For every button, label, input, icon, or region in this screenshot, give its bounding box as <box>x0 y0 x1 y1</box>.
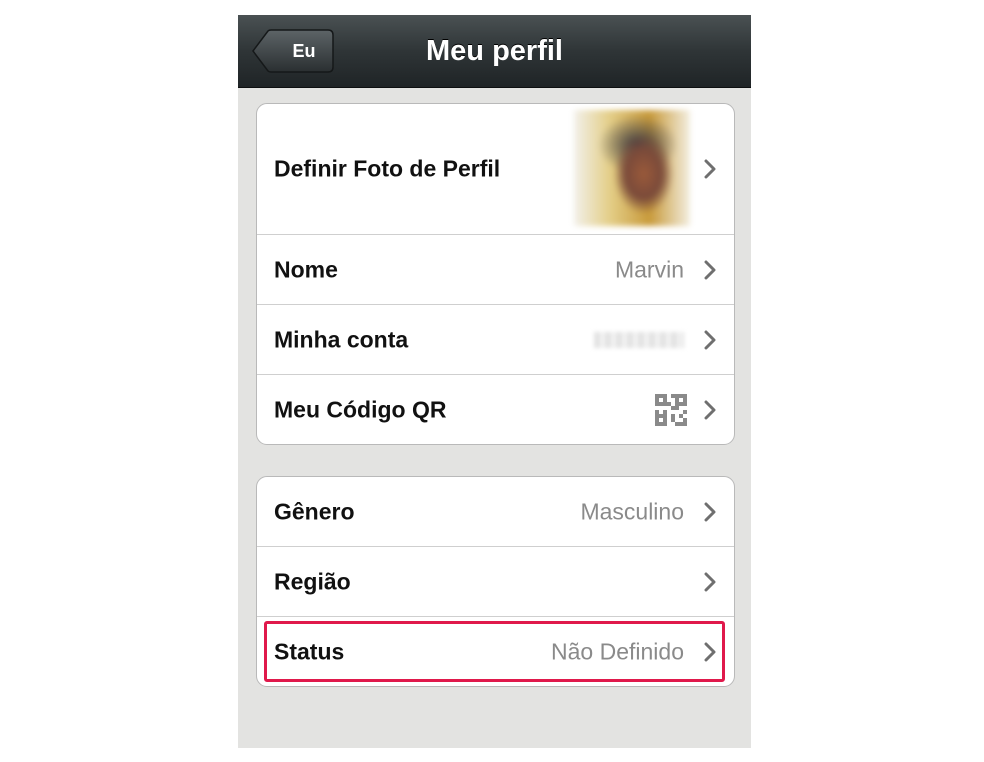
name-label: Nome <box>274 256 338 282</box>
account-row[interactable]: Minha conta <box>257 304 734 374</box>
gender-value: Masculino <box>580 498 684 524</box>
status-row[interactable]: Status Não Definido <box>257 616 734 686</box>
name-value: Marvin <box>614 256 684 282</box>
page-title: Meu perfil <box>426 35 563 67</box>
region-label: Região <box>274 568 351 594</box>
account-label: Minha conta <box>274 326 409 352</box>
chevron-right-icon <box>704 400 716 419</box>
name-row[interactable]: Nome Marvin <box>257 234 734 304</box>
profile-photo-row[interactable]: Definir Foto de Perfil <box>257 104 734 234</box>
phone-screen: Eu Meu perfil Definir Foto de Perfil Nom… <box>238 15 751 748</box>
qr-code-icon <box>655 393 687 426</box>
status-value: Não Definido <box>551 638 684 664</box>
gender-label: Gênero <box>274 498 355 524</box>
chevron-right-icon <box>704 330 716 349</box>
profile-photo-thumbnail <box>574 110 690 226</box>
chevron-right-icon <box>704 159 716 179</box>
chevron-right-icon <box>704 642 716 661</box>
region-row[interactable]: Região <box>257 546 734 616</box>
chevron-right-icon <box>704 572 716 591</box>
gender-row[interactable]: Gênero Masculino <box>257 477 734 546</box>
profile-photo-label: Definir Foto de Perfil <box>274 155 501 182</box>
status-label: Status <box>274 638 345 664</box>
profile-settings-group: Definir Foto de Perfil Nome Marvin Minha… <box>256 103 735 445</box>
qr-code-row[interactable]: Meu Código QR <box>257 374 734 444</box>
qr-code-label: Meu Código QR <box>274 396 447 422</box>
account-value-blurred <box>594 331 684 348</box>
chevron-right-icon <box>704 502 716 521</box>
chevron-right-icon <box>704 260 716 279</box>
personal-details-group: Gênero Masculino Região Status Não Defin… <box>256 476 735 687</box>
navigation-bar: Eu Meu perfil <box>238 15 751 88</box>
